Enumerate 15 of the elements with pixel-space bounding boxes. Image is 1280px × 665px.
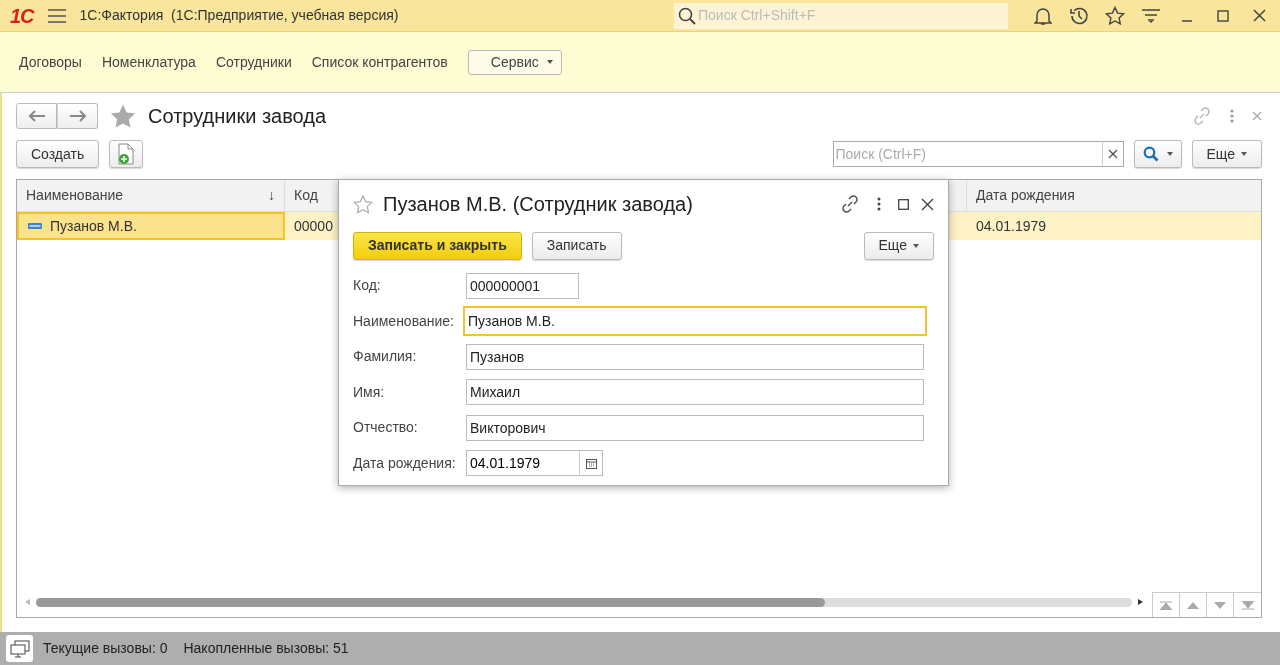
table-cell-text: 04.01.1979	[976, 216, 1047, 236]
table-cell-text: Пузанов М.В.	[50, 216, 137, 236]
field-label: Фамилия:	[353, 347, 418, 367]
table-cell-text: 00000	[294, 216, 333, 236]
status-text: Накопленные вызовы: 51	[183, 639, 349, 658]
status-text: Текущие вызовы: 0	[43, 639, 168, 658]
field-label: Наименование:	[353, 311, 455, 331]
field-label: Код:	[353, 276, 382, 296]
field-label: Дата рождения:	[353, 453, 457, 473]
field-label: Отчество:	[353, 418, 419, 438]
dialog-title: Пузанов М.В. (Сотрудник завода)	[383, 192, 693, 217]
window-title: 1С:Фактория (1С:Предприятие, учебная версия)	[79, 6, 399, 25]
form-title: Сотрудники завода	[148, 104, 327, 129]
logo: 1С	[10, 5, 34, 26]
field-label: Имя:	[353, 382, 386, 402]
